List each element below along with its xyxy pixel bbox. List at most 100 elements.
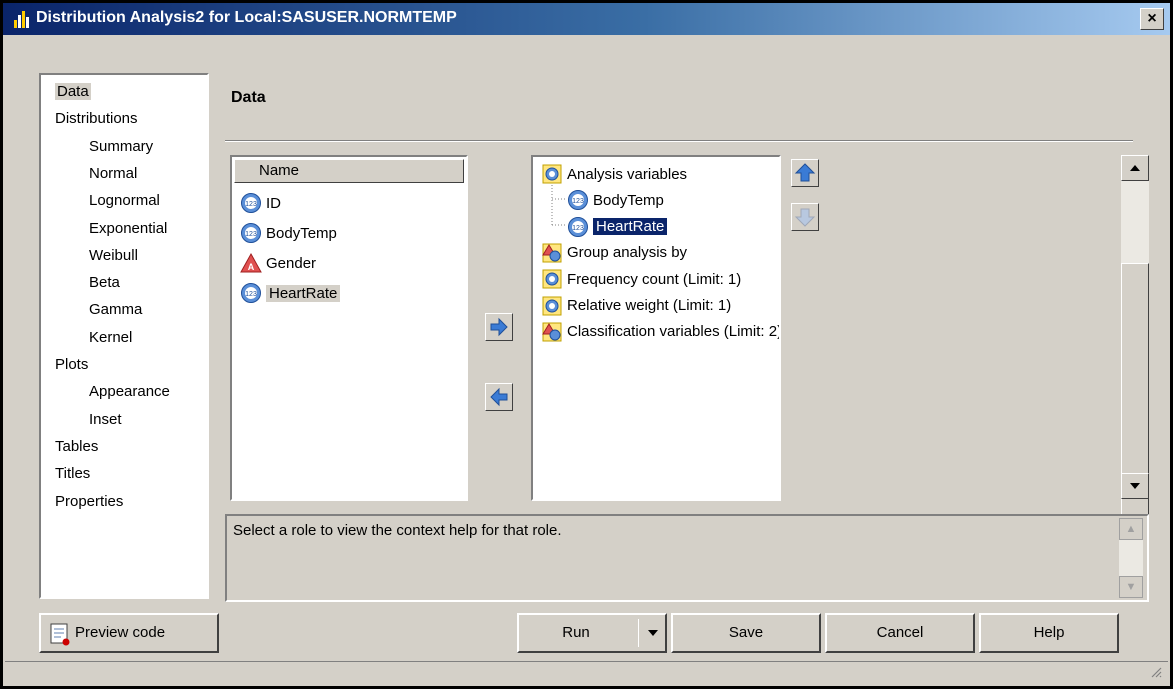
arrow-down-icon [794, 208, 816, 227]
role-numeric-icon [542, 296, 562, 315]
nav-item-distributions[interactable]: Distributions [55, 106, 138, 132]
assigned-variable[interactable]: 123 BodyTemp [567, 187, 664, 213]
nav-item-data[interactable]: Data [55, 79, 91, 105]
code-document-icon [50, 623, 70, 646]
role-label: HeartRate [591, 217, 669, 237]
run-button[interactable]: Run [517, 613, 667, 653]
role-label: Relative weight (Limit: 1) [567, 297, 732, 314]
nav-item-gamma[interactable]: Gamma [89, 297, 142, 323]
help-scrollbar[interactable]: ▲ ▼ [1119, 518, 1143, 598]
nav-item-properties[interactable]: Properties [55, 489, 123, 515]
svg-text:123: 123 [572, 198, 584, 205]
numeric-icon: 123 [568, 190, 588, 211]
role-item[interactable]: Analysis variables [541, 161, 687, 187]
move-up-button[interactable] [791, 159, 819, 187]
help-scroll-up-button[interactable]: ▲ [1119, 518, 1143, 540]
triangle-down-icon [1130, 483, 1140, 489]
nav-item-titles[interactable]: Titles [55, 461, 90, 487]
status-divider [5, 661, 1168, 662]
role-item[interactable]: Frequency count (Limit: 1) [541, 266, 741, 292]
help-label: Help [1033, 624, 1065, 641]
nav-item-weibull[interactable]: Weibull [89, 243, 138, 269]
scroll-down-button[interactable] [1121, 473, 1149, 499]
list-item[interactable]: 123 HeartRate [240, 279, 341, 307]
nav-item-label: Lognormal [89, 192, 160, 210]
nav-item-summary[interactable]: Summary [89, 134, 153, 160]
dialog-window: Distribution Analysis2 for Local:SASUSER… [0, 0, 1173, 689]
nav-item-label: Inset [89, 410, 122, 428]
vertical-scrollbar[interactable] [1121, 155, 1149, 593]
nav-item-label: Kernel [89, 328, 133, 346]
role-label: Analysis variables [567, 165, 688, 183]
nav-item-kernel[interactable]: Kernel [89, 325, 132, 351]
help-text: Select a role to view the context help f… [233, 522, 562, 539]
nav-item-inset[interactable]: Inset [89, 407, 122, 433]
name-column-header[interactable]: Name [234, 159, 464, 183]
role-numeric-icon [542, 269, 562, 289]
help-scroll-down-button[interactable]: ▼ [1119, 576, 1143, 598]
nav-item-plots[interactable]: Plots [55, 352, 88, 378]
variable-name: Gender [266, 254, 317, 272]
cancel-label: Cancel [876, 624, 924, 641]
nav-item-label: Weibull [89, 246, 138, 264]
nav-item-tables[interactable]: Tables [55, 434, 98, 460]
role-label: Group analysis by [567, 244, 688, 262]
nav-item-beta[interactable]: Beta [89, 270, 120, 296]
nav-item-lognormal[interactable]: Lognormal [89, 188, 160, 214]
list-item[interactable]: 123 ID [240, 189, 281, 217]
preview-code-button[interactable]: Preview code [39, 613, 219, 653]
scroll-up-button[interactable] [1121, 155, 1149, 181]
section-divider [225, 140, 1133, 142]
nav-item-label: Properties [55, 492, 124, 510]
nav-item-exponential[interactable]: Exponential [89, 216, 167, 242]
task-roles-tree[interactable]: Analysis variables 123 BodyTemp 123 HeartRat… [531, 155, 781, 501]
nav-item-label: Plots [55, 356, 89, 373]
svg-text:A: A [248, 262, 255, 272]
arrow-left-icon [490, 387, 508, 407]
role-label: Classification variables (Limit: 2) [567, 323, 781, 341]
move-down-button[interactable] [791, 203, 819, 231]
nav-item-label: Beta [89, 274, 120, 292]
svg-text:123: 123 [245, 291, 257, 298]
nav-item-label: Distributions [55, 110, 138, 128]
preview-code-label: Preview code [75, 624, 166, 641]
nav-item-label: Summary [89, 137, 154, 155]
triangle-up-icon [1130, 165, 1140, 171]
navigation-panel: Data Distributions Summary Normal Lognormal E… [39, 73, 209, 599]
title-bar: Distribution Analysis2 for Local:SASUSER… [3, 3, 1170, 35]
role-item[interactable]: Relative weight (Limit: 1) [541, 293, 731, 319]
close-button[interactable]: × [1140, 8, 1164, 30]
list-item[interactable]: 123 BodyTemp [240, 219, 337, 247]
nav-item-label: Normal [89, 164, 138, 182]
run-label: Run [562, 624, 590, 641]
assigned-variable[interactable]: 123 HeartRate [567, 214, 669, 240]
nav-item-appearance[interactable]: Appearance [89, 379, 170, 405]
role-item[interactable]: Group analysis by [541, 240, 687, 266]
nav-item-label: Gamma [89, 301, 143, 319]
role-label: BodyTemp [593, 191, 664, 209]
svg-text:123: 123 [572, 225, 584, 232]
role-item[interactable]: Classification variables (Limit: 2) [541, 319, 781, 345]
nav-item-label: Titles [55, 465, 91, 483]
nav-item-normal[interactable]: Normal [89, 161, 137, 187]
cancel-button[interactable]: Cancel [825, 613, 975, 653]
resize-grip-icon[interactable] [1150, 666, 1162, 678]
help-button[interactable]: Help [979, 613, 1119, 653]
save-label: Save [728, 624, 764, 641]
nav-item-label: Data [55, 83, 91, 100]
bar-chart-icon [14, 11, 29, 28]
arrow-up-icon [794, 163, 816, 182]
variable-list[interactable]: Name 123 ID 123 BodyTemp A Gender 123 HeartRate [230, 155, 468, 501]
dropdown-arrow-icon[interactable] [647, 627, 659, 639]
list-item[interactable]: A Gender [240, 249, 316, 277]
context-help-box: Select a role to view the context help f… [225, 514, 1149, 602]
remove-role-button[interactable] [485, 383, 513, 411]
role-class-icon [542, 322, 562, 342]
add-role-button[interactable] [485, 313, 513, 341]
save-button[interactable]: Save [671, 613, 821, 653]
numeric-icon: 123 [241, 223, 261, 243]
variable-name: BodyTemp [266, 224, 337, 242]
nav-item-label: Appearance [89, 383, 170, 401]
role-class-icon [542, 243, 562, 263]
split-divider [638, 619, 639, 647]
